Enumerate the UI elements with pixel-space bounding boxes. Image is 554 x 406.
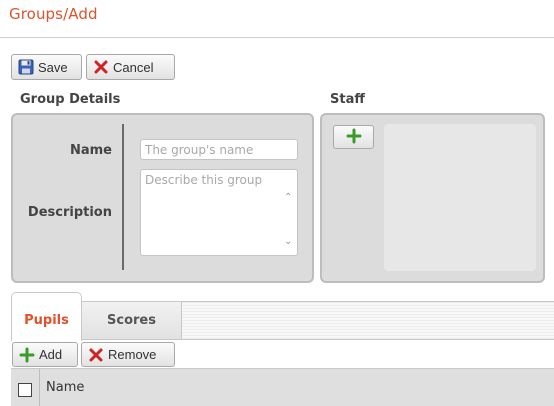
description-label: Description	[27, 205, 112, 220]
staff-list[interactable]	[384, 124, 536, 271]
column-header-name[interactable]: Name	[46, 380, 84, 395]
remove-pupil-button[interactable]: Remove	[81, 342, 175, 367]
close-icon	[93, 59, 109, 75]
panel-divider	[122, 124, 124, 270]
pupils-grid-header: Name	[11, 368, 554, 406]
select-all-checkbox[interactable]	[18, 383, 32, 397]
chevron-up-icon[interactable]: ⌃	[284, 193, 294, 203]
plus-icon	[346, 128, 362, 147]
name-label: Name	[69, 143, 112, 158]
staff-heading: Staff	[330, 92, 365, 107]
save-button[interactable]: Save	[11, 54, 82, 80]
remove-label: Remove	[108, 347, 157, 362]
page-title: Groups/Add	[9, 5, 98, 23]
floppy-disk-icon	[18, 59, 34, 75]
column-separator	[39, 369, 40, 406]
name-field[interactable]	[140, 139, 298, 160]
tab-pupils[interactable]: Pupils	[11, 292, 82, 341]
title-divider	[0, 37, 554, 38]
cancel-button[interactable]: Cancel	[86, 54, 175, 80]
tab-scores[interactable]: Scores	[82, 301, 182, 340]
add-pupil-button[interactable]: Add	[12, 342, 78, 367]
add-label: Add	[39, 347, 63, 362]
plus-icon	[19, 347, 35, 363]
description-scrollbar[interactable]: ⌃ ⌄	[282, 181, 296, 247]
cancel-label: Cancel	[113, 59, 154, 75]
close-icon	[88, 347, 104, 363]
chevron-down-icon[interactable]: ⌄	[284, 237, 294, 247]
tab-strip-filler	[182, 301, 554, 339]
add-staff-button[interactable]	[333, 125, 374, 149]
group-details-heading: Group Details	[20, 92, 121, 107]
description-field[interactable]	[140, 169, 298, 256]
save-label: Save	[38, 59, 68, 75]
